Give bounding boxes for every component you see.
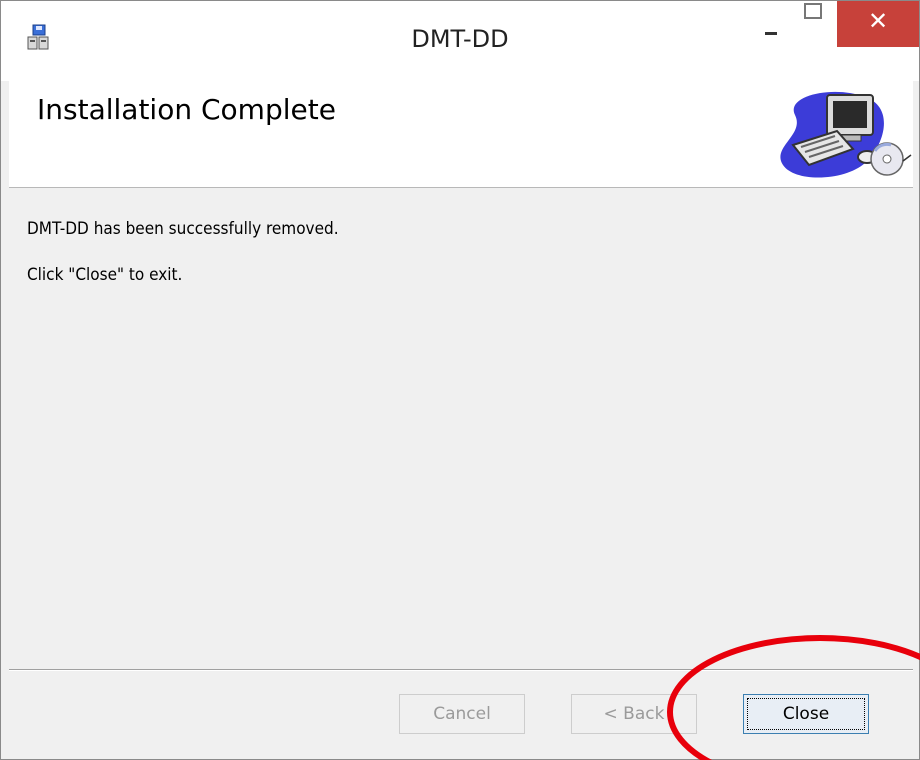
window-close-button[interactable]: ✕ (837, 1, 919, 47)
minimize-button[interactable] (745, 1, 797, 45)
title-bar: DMT-DD ✕ (1, 1, 919, 81)
status-message: DMT-DD has been successfully removed. (27, 219, 339, 239)
computer-cd-icon (780, 91, 912, 178)
instruction-message: Click "Close" to exit. (27, 265, 183, 285)
back-button[interactable]: < Back (571, 694, 697, 734)
close-button[interactable]: Close (743, 694, 869, 734)
header-banner: Installation Complete (9, 81, 913, 188)
cancel-button[interactable]: Cancel (399, 694, 525, 734)
maximize-icon (804, 3, 822, 19)
footer-divider (9, 669, 913, 671)
installer-window: DMT-DD ✕ Installation Complete DMT-DD ha… (0, 0, 920, 760)
close-icon: ✕ (867, 7, 889, 35)
close-button-label: Close (782, 704, 830, 724)
minimize-icon (765, 32, 777, 35)
page-title: Installation Complete (37, 93, 336, 126)
